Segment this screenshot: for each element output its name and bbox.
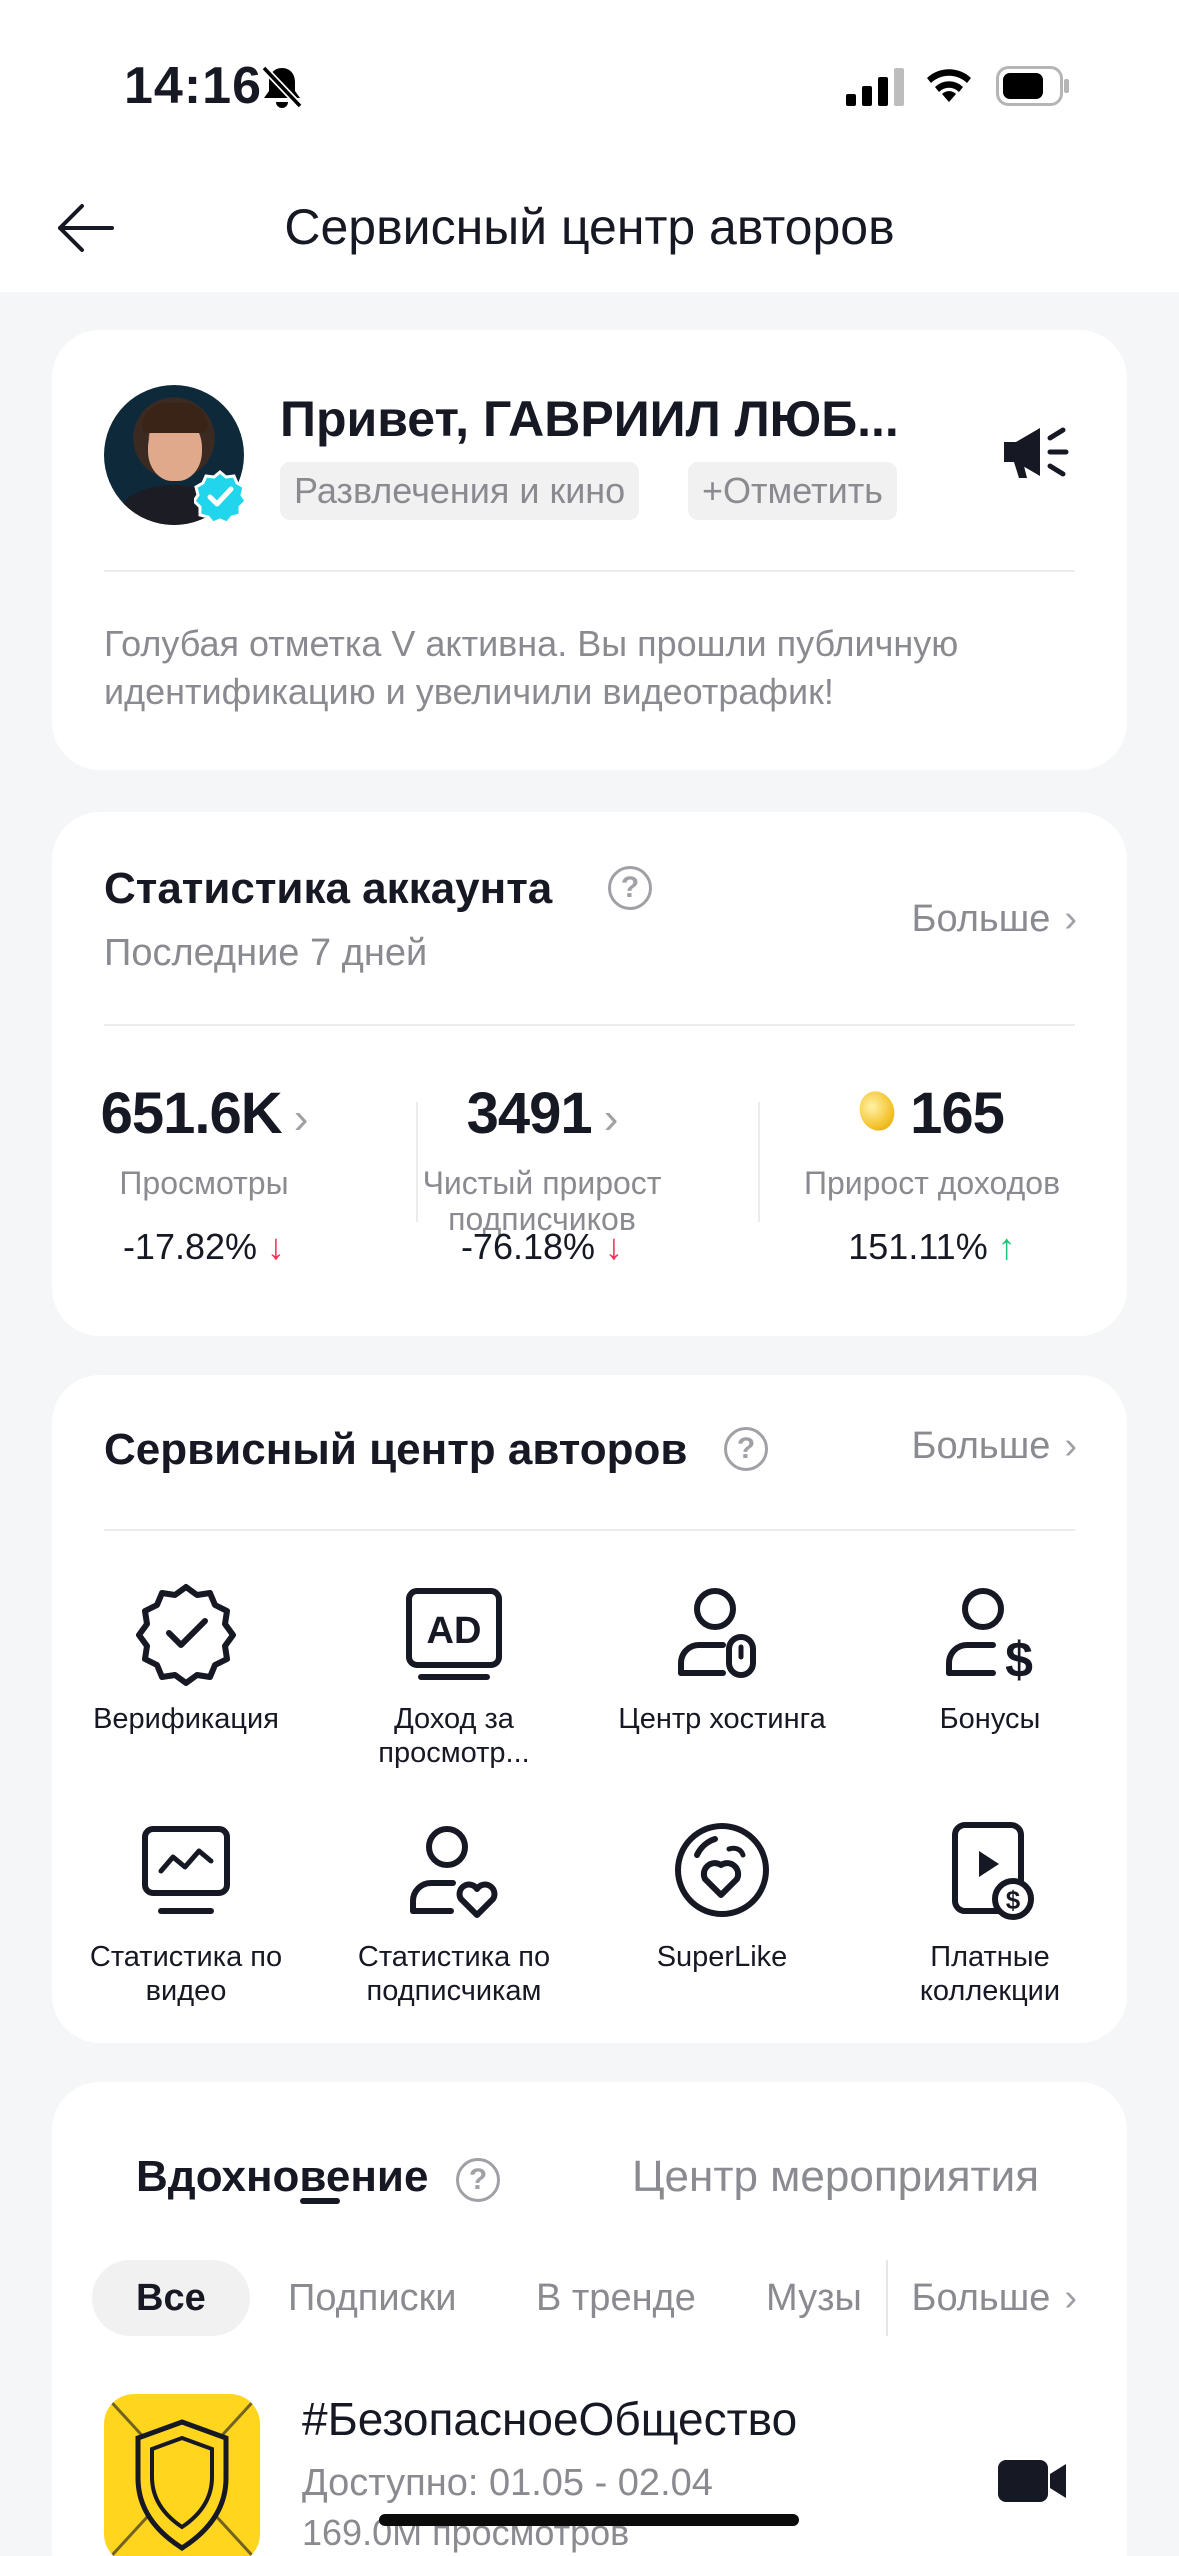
verification-badge-icon: [136, 1584, 236, 1686]
active-tab-indicator: [300, 2198, 340, 2204]
metric-change: -17.82%: [122, 1226, 258, 1267]
chip-music[interactable]: Музы: [766, 2260, 862, 2336]
metric-label: Просмотры: [119, 1165, 289, 1201]
home-indicator[interactable]: [379, 2514, 799, 2526]
chevron-right-icon: ›: [1064, 2277, 1077, 2319]
service-item-label: Платные коллекции: [919, 1941, 1061, 2007]
verification-note: Голубая отметка V активна. Вы прошли пуб…: [104, 623, 959, 712]
metric-income[interactable]: 165 Прирост доходов 151.11% ↑: [772, 1080, 1092, 1267]
stats-period: Последние 7 дней: [104, 932, 428, 974]
svg-text:$: $: [1005, 1632, 1033, 1687]
chevron-right-icon: ›: [603, 1094, 619, 1143]
metric-followers[interactable]: 3491 › Чистый прирост подписчиков -76.18%…: [382, 1080, 702, 1267]
category-tag[interactable]: Развлечения и кино: [280, 462, 640, 520]
service-item-bonuses[interactable]: $ Бонусы: [856, 1577, 1124, 1736]
stats-title: Статистика аккаунта: [104, 864, 553, 913]
event-title[interactable]: #БезопасноеОбщество: [302, 2392, 797, 2446]
help-icon[interactable]: ?: [456, 2158, 500, 2202]
service-item-verification[interactable]: Верификация: [52, 1577, 320, 1736]
chevron-right-icon: ›: [1064, 1425, 1077, 1467]
chip-all[interactable]: Все: [92, 2260, 250, 2336]
divider: [104, 1529, 1075, 1531]
follower-stats-icon: [410, 1826, 498, 1918]
service-item-superlike[interactable]: SuperLike: [588, 1815, 856, 1974]
arrow-down-icon: ↓: [605, 1226, 624, 1267]
help-icon[interactable]: ?: [608, 866, 652, 910]
cellular-signal-icon: [846, 68, 904, 106]
paid-collections-icon: $: [952, 1822, 1034, 1920]
more-label: Больше: [911, 2277, 1051, 2319]
service-item-label: SuperLike: [656, 1941, 788, 1973]
coin-icon: [854, 1086, 900, 1136]
svg-text:$: $: [1006, 1885, 1021, 1915]
bell-muted-icon: [261, 65, 303, 109]
metric-value: 3491: [466, 1081, 593, 1146]
bonus-user-dollar-icon: $: [946, 1588, 1033, 1688]
megaphone-icon[interactable]: [1000, 422, 1072, 482]
chevron-right-icon: ›: [1064, 898, 1077, 940]
chevron-right-icon: ›: [293, 1094, 309, 1143]
more-label: Больше: [911, 898, 1051, 940]
service-item-label: Центр хостинга: [618, 1703, 826, 1735]
service-item-label: Верификация: [93, 1703, 279, 1735]
divider: [758, 1102, 760, 1222]
more-label: Больше: [911, 1425, 1051, 1467]
battery-icon: [996, 66, 1069, 106]
video-camera-icon[interactable]: [998, 2458, 1068, 2504]
service-title: Сервисный центр авторов: [104, 1425, 688, 1474]
tab-events-center[interactable]: Центр мероприятия: [632, 2152, 1039, 2202]
metric-label: Прирост доходов: [803, 1165, 1061, 1201]
event-shield-icon[interactable]: [104, 2394, 260, 2556]
wifi-icon: [927, 69, 971, 102]
service-item-label: Доход за просмотр...: [378, 1703, 530, 1769]
inspiration-card: Вдохновение ? Центр мероприятия Все Подп…: [52, 2082, 1127, 2556]
metric-change: 151.11%: [848, 1226, 988, 1267]
metric-value: 651.6K: [100, 1081, 283, 1146]
service-item-hosting[interactable]: Центр хостинга: [588, 1577, 856, 1736]
page-title: Сервисный центр авторов: [284, 199, 895, 255]
divider: [104, 1024, 1075, 1026]
arrow-up-icon: ↑: [997, 1226, 1016, 1267]
divider: [104, 570, 1075, 572]
chip-subscriptions[interactable]: Подписки: [288, 2260, 456, 2336]
service-item-follower-stats[interactable]: Статистика по подписчикам: [320, 1815, 588, 2008]
mark-tag-button[interactable]: +Отметить: [688, 462, 897, 520]
service-item-video-stats[interactable]: Статистика по видео: [52, 1815, 320, 2008]
status-time: 14:16: [124, 57, 262, 115]
service-item-label: Бонусы: [939, 1703, 1041, 1735]
hosting-user-icon: [678, 1588, 756, 1678]
metric-value: 165: [910, 1081, 1005, 1146]
service-item-label: Статистика по подписчикам: [357, 1941, 551, 2007]
help-icon[interactable]: ?: [724, 1427, 768, 1471]
svg-text:AD: AD: [427, 1610, 482, 1652]
service-item-paid-collections[interactable]: $ Платные коллекции: [856, 1815, 1124, 2008]
stats-more-link[interactable]: Больше ›: [912, 898, 1077, 941]
arrow-down-icon: ↓: [267, 1226, 286, 1267]
profile-card: Привет, ГАВРИИЛ ЛЮБ... Развлечения и кин…: [52, 330, 1127, 770]
chip-trending[interactable]: В тренде: [536, 2260, 696, 2336]
service-more-link[interactable]: Больше ›: [912, 1425, 1077, 1468]
greeting-title: Привет, ГАВРИИЛ ЛЮБ...: [280, 391, 899, 447]
video-stats-icon: [142, 1826, 230, 1914]
metric-change: -76.18%: [460, 1226, 596, 1267]
superlike-icon: [675, 1823, 769, 1917]
tab-inspiration[interactable]: Вдохновение: [136, 2152, 428, 2202]
verified-badge-icon: [194, 470, 246, 522]
chips-more-button[interactable]: Больше ›: [885, 2260, 1077, 2336]
account-stats-card: Статистика аккаунта ? Последние 7 дней Б…: [52, 812, 1127, 1336]
ad-icon: AD: [406, 1588, 502, 1680]
service-item-ad-income[interactable]: AD Доход за просмотр...: [320, 1577, 588, 1770]
service-item-label: Статистика по видео: [89, 1941, 283, 2007]
metric-views[interactable]: 651.6K › Просмотры -17.82% ↓: [44, 1080, 364, 1267]
event-date: Доступно: 01.05 - 02.04: [302, 2462, 713, 2504]
service-center-card: Сервисный центр авторов ? Больше › Верифи…: [52, 1375, 1127, 2043]
